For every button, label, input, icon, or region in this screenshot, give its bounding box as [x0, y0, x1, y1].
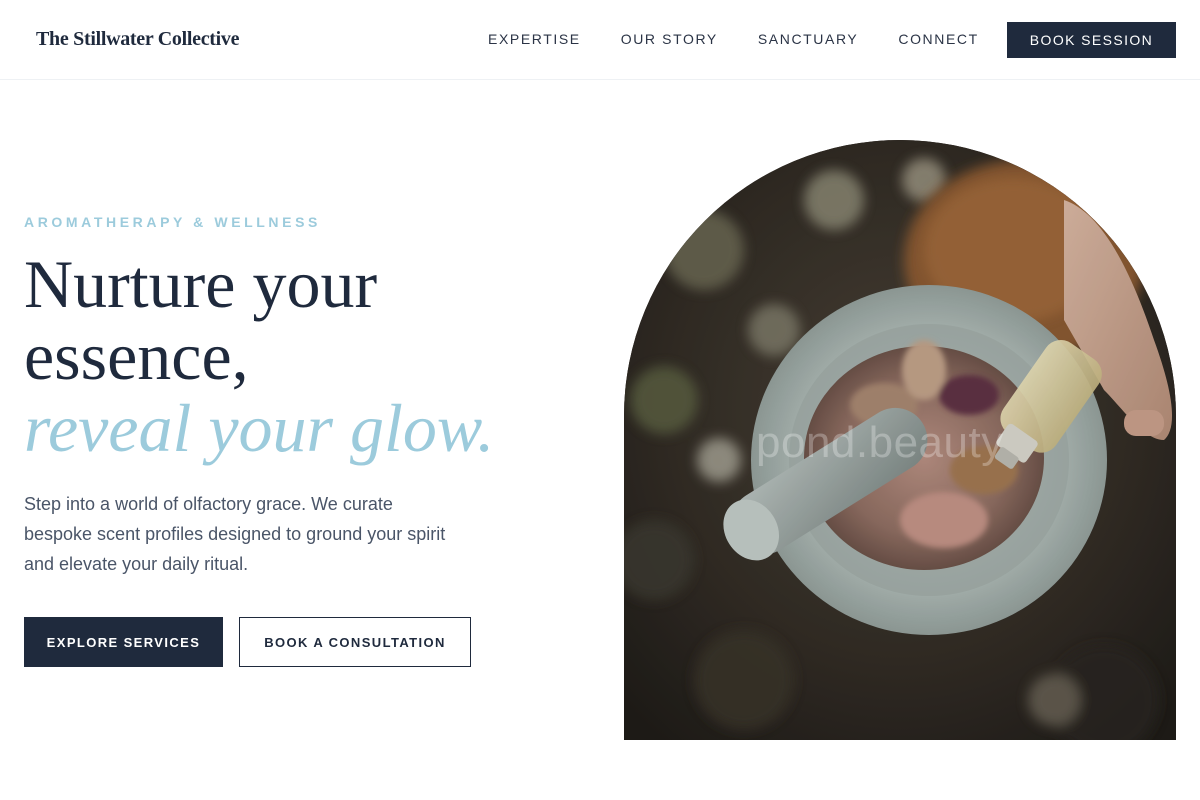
brand-logo[interactable]: The Stillwater Collective — [36, 28, 240, 51]
main-nav: EXPERTISE OUR STORY SANCTUARY CONNECT — [488, 30, 1019, 48]
hero-eyebrow: AROMATHERAPY & WELLNESS — [24, 214, 321, 230]
headline-line-2: essence, — [24, 318, 249, 394]
headline-line-1: Nurture your — [24, 246, 378, 322]
hero-description: Step into a world of olfactory grace. We… — [24, 494, 446, 574]
hero-image: pond.beauty — [624, 140, 1176, 740]
explore-services-button[interactable]: EXPLORE SERVICES — [24, 617, 223, 667]
nav-link-our-story[interactable]: OUR STORY — [621, 30, 718, 48]
headline-accent: reveal your glow. — [24, 390, 495, 466]
site-header: The Stillwater Collective EXPERTISE OUR … — [0, 0, 1200, 80]
book-consultation-button[interactable]: BOOK A CONSULTATION — [239, 617, 471, 667]
image-watermark: pond.beauty — [756, 418, 1004, 467]
book-session-button[interactable]: BOOK SESSION — [1007, 22, 1176, 58]
hero-headline: Nurture your essence, reveal your glow. — [24, 248, 584, 464]
nav-link-expertise[interactable]: EXPERTISE — [488, 30, 581, 48]
nav-link-connect[interactable]: CONNECT — [898, 30, 978, 48]
nav-link-sanctuary[interactable]: SANCTUARY — [758, 30, 859, 48]
